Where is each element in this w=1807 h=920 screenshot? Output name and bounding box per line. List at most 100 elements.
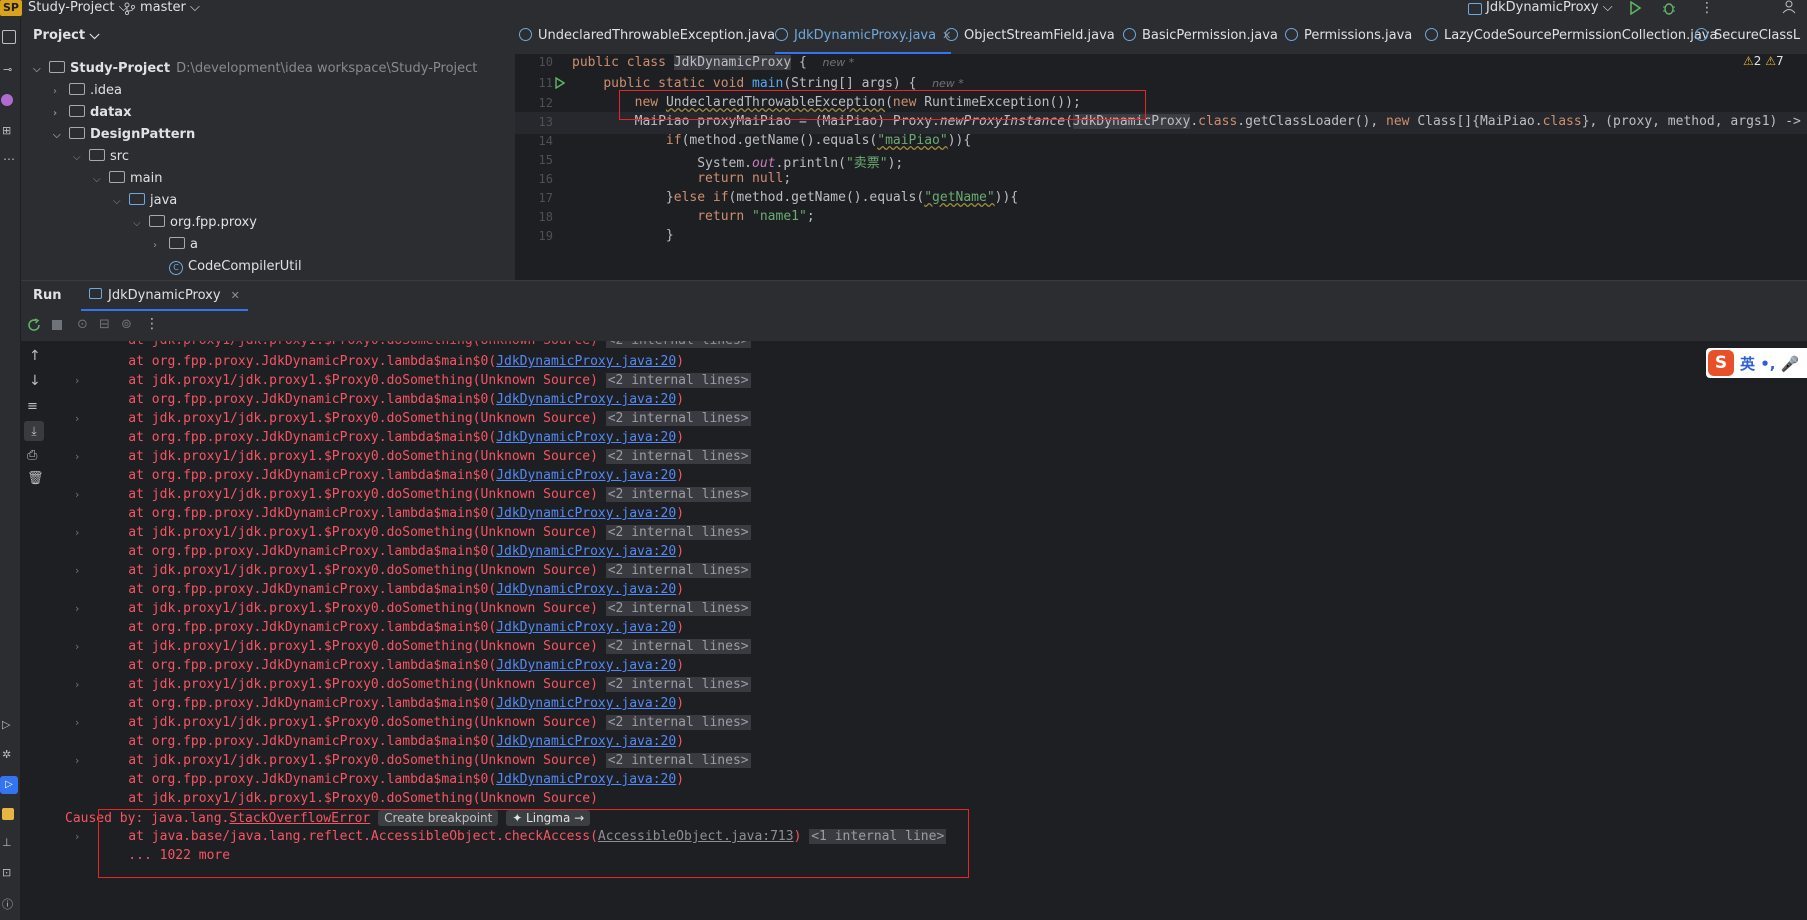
source-link[interactable]: JdkDynamicProxy.java:20: [496, 658, 676, 673]
tab-lazycodesourcepermissioncollection[interactable]: LazyCodeSourcePermissionCollection.java: [1425, 18, 1717, 54]
chevron-right-icon[interactable]: ›: [75, 488, 79, 501]
tree-item-label: a: [190, 237, 198, 252]
source-link[interactable]: JdkDynamicProxy.java:20: [496, 468, 676, 483]
scroll-to-end-icon[interactable]: ⤓: [24, 421, 44, 441]
run-tool-icon[interactable]: ▷: [0, 776, 18, 794]
run-tab-jdkdynamicproxy[interactable]: JdkDynamicProxy ✕: [81, 281, 248, 311]
source-link[interactable]: JdkDynamicProxy.java:20: [496, 392, 676, 407]
build-tool-icon[interactable]: ⊥: [2, 836, 12, 849]
title-bar: SP Study-Project ⌵ master ⌵ JdkDynamicPr…: [0, 0, 1807, 18]
project-tool-icon[interactable]: [2, 30, 16, 44]
chevron-right-icon[interactable]: ›: [75, 678, 79, 691]
project-badge[interactable]: SP: [0, 0, 22, 16]
close-icon[interactable]: ✕: [231, 289, 240, 302]
tree-item-a[interactable]: › a: [153, 234, 198, 256]
source-link[interactable]: JdkDynamicProxy.java:20: [496, 544, 676, 559]
package-icon: [169, 237, 185, 249]
chevron-right-icon[interactable]: ›: [75, 564, 79, 577]
source-link[interactable]: JdkDynamicProxy.java:20: [496, 772, 676, 787]
source-link[interactable]: JdkDynamicProxy.java:20: [496, 354, 676, 369]
structure-tool-icon[interactable]: ⊞: [2, 124, 11, 137]
project-switcher[interactable]: Study-Project ⌵: [28, 0, 128, 16]
source-link[interactable]: JdkDynamicProxy.java:20: [496, 696, 676, 711]
tab-label: BasicPermission.java: [1142, 28, 1278, 43]
camera-icon[interactable]: ⊙: [77, 317, 88, 332]
print-icon[interactable]: ⎙: [27, 448, 37, 463]
tree-item-codecompilerutil[interactable]: C CodeCompilerUtil: [167, 256, 302, 278]
chevron-down-icon[interactable]: ⌵: [133, 213, 147, 235]
run-config-icon: [89, 288, 102, 299]
rerun-icon[interactable]: [27, 318, 41, 332]
tree-item-study-project[interactable]: ⌵ Study-Project D:\development\idea worksp…: [33, 58, 477, 80]
chevron-down-icon[interactable]: ⌵: [33, 59, 47, 81]
restore-layout-icon[interactable]: ⊚: [121, 317, 132, 332]
ime-language[interactable]: 英 •, 🎤: [1740, 353, 1799, 374]
source-folder-icon: [129, 193, 145, 205]
tree-item-main[interactable]: ⌵ main: [93, 168, 162, 190]
chevron-right-icon[interactable]: ›: [75, 526, 79, 539]
tree-item-src[interactable]: ⌵ src: [73, 146, 129, 168]
tree-item-idea[interactable]: › .idea: [53, 80, 122, 102]
chevron-right-icon[interactable]: ›: [75, 602, 79, 615]
chevron-right-icon[interactable]: ›: [153, 235, 167, 257]
chevron-right-icon[interactable]: ›: [75, 830, 79, 843]
tab-basicpermission[interactable]: BasicPermission.java: [1123, 18, 1278, 54]
commit-tool-icon[interactable]: ⊸: [3, 63, 12, 76]
chevron-right-icon[interactable]: ›: [53, 81, 67, 103]
chevron-down-icon[interactable]: ⌵: [93, 169, 107, 191]
account-icon[interactable]: [1782, 0, 1796, 14]
source-link[interactable]: JdkDynamicProxy.java:20: [496, 734, 676, 749]
tab-objectstreamfield[interactable]: ObjectStreamField.java: [945, 18, 1115, 54]
run-config-selector[interactable]: JdkDynamicProxy ⌵: [1486, 0, 1613, 16]
chevron-right-icon[interactable]: ›: [53, 103, 67, 125]
code-editor[interactable]: ⚠2 ⚠7 10 public class JdkDynamicProxy { …: [515, 55, 1807, 280]
run-icon[interactable]: [1628, 1, 1642, 15]
chevron-right-icon[interactable]: ›: [75, 374, 79, 387]
tree-item-path: D:\development\idea workspace\Study-Proj…: [176, 61, 478, 76]
import-icon[interactable]: ⊟: [99, 317, 110, 332]
tree-item-datax[interactable]: › datax: [53, 102, 131, 124]
soft-wrap-icon[interactable]: ≡: [27, 399, 38, 414]
trash-icon[interactable]: 🗑: [27, 471, 44, 486]
chevron-right-icon[interactable]: ›: [75, 754, 79, 767]
project-panel-title[interactable]: Project ⌵: [33, 28, 99, 43]
arrow-up-icon[interactable]: ↑: [29, 348, 41, 364]
tree-item-java[interactable]: ⌵ java: [113, 190, 177, 212]
ime-toolbar[interactable]: S 英 •, 🎤: [1706, 348, 1807, 378]
chevron-right-icon[interactable]: ›: [75, 412, 79, 425]
tree-item-org-fpp-proxy[interactable]: ⌵ org.fpp.proxy: [133, 212, 257, 234]
branch-switcher[interactable]: master ⌵: [140, 0, 200, 16]
source-link[interactable]: JdkDynamicProxy.java:20: [496, 620, 676, 635]
run-config-icon: [1468, 3, 1482, 15]
plugin-tool-icon[interactable]: [1, 94, 13, 106]
source-link[interactable]: JdkDynamicProxy.java:20: [496, 582, 676, 597]
chevron-right-icon[interactable]: ›: [75, 450, 79, 463]
arrow-down-icon[interactable]: ↓: [29, 373, 41, 389]
tab-permissions[interactable]: Permissions.java: [1285, 18, 1412, 54]
inspection-widget[interactable]: ⚠2 ⚠7: [1743, 55, 1784, 68]
tab-jdkdynamicproxy[interactable]: JdkDynamicProxy.java ✕: [775, 18, 952, 54]
source-link[interactable]: JdkDynamicProxy.java:20: [496, 506, 676, 521]
problems-tool-icon[interactable]: ⓘ: [2, 896, 13, 912]
debug-icon[interactable]: [1662, 1, 1676, 15]
source-link[interactable]: JdkDynamicProxy.java:20: [496, 430, 676, 445]
chevron-down-icon[interactable]: ⌵: [73, 147, 87, 169]
tree-item-designpattern[interactable]: ⌵ DesignPattern: [53, 124, 195, 146]
services-tool-icon[interactable]: ▷: [2, 718, 10, 731]
chevron-right-icon[interactable]: ›: [75, 716, 79, 729]
chevron-down-icon[interactable]: ⌵: [53, 125, 67, 147]
more-options-icon[interactable]: ⋮: [145, 316, 159, 332]
debug-tool-icon[interactable]: ✲: [2, 748, 11, 761]
tab-secureclassloader[interactable]: SecureClassL: [1695, 18, 1800, 54]
chevron-down-icon[interactable]: ⌵: [113, 191, 127, 213]
console-output[interactable]: ↑ ↓ ≡ ⤓ ⎙ 🗑 at jdk.proxy1/jdk.proxy1.$Pr…: [21, 341, 1807, 920]
chevron-right-icon[interactable]: ›: [75, 640, 79, 653]
more-actions-icon[interactable]: ⋮: [1700, 0, 1714, 16]
run-gutter-icon[interactable]: [555, 77, 565, 89]
more-tools-icon[interactable]: ⋯: [3, 152, 15, 166]
terminal-tool-icon[interactable]: ⊡: [2, 866, 11, 879]
notification-tool-icon[interactable]: [2, 808, 14, 820]
code-line: public static void main(String[] args) {…: [603, 76, 964, 91]
tab-undeclaredthrowableexception[interactable]: UndeclaredThrowableException.java: [519, 18, 775, 54]
stop-icon[interactable]: [52, 320, 62, 330]
